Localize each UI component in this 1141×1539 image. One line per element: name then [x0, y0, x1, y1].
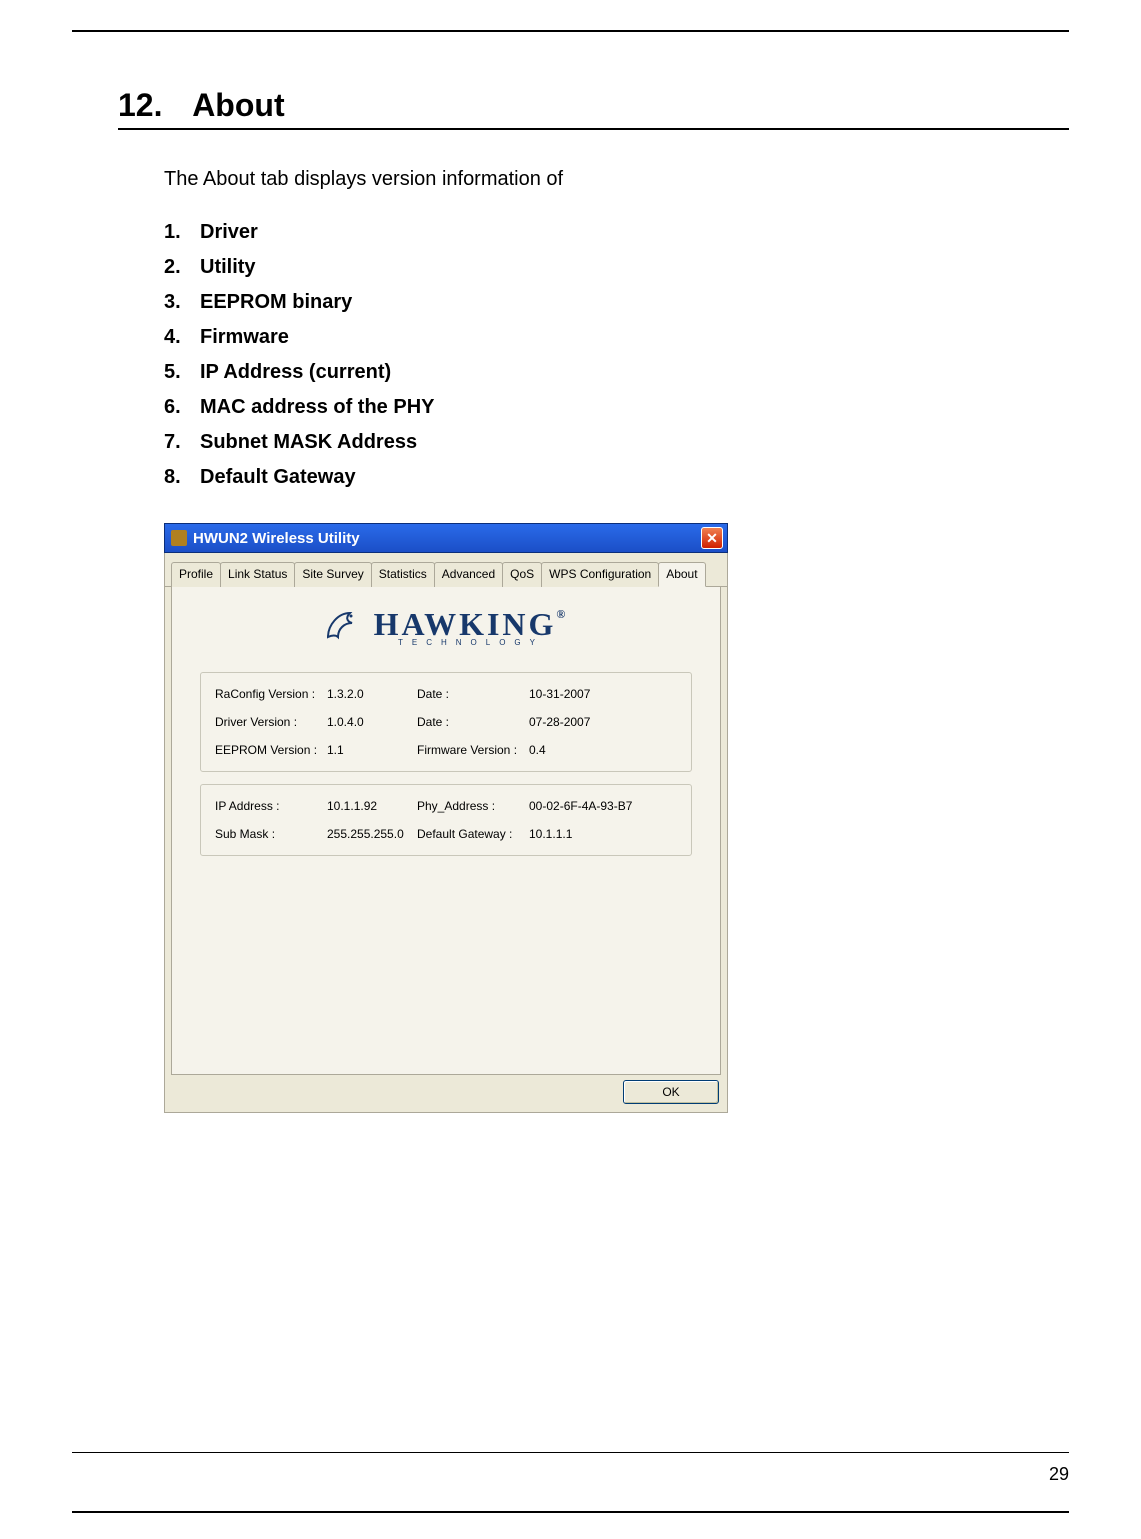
footer-rule-thin [72, 1452, 1069, 1453]
tab-content-about: HAWKING® TECHNOLOGY RaConfig Version : 1… [171, 587, 721, 1075]
list-item: 5.IP Address (current) [164, 361, 1069, 384]
default-gateway-value: 10.1.1.1 [529, 827, 677, 841]
firmware-version-value: 0.4 [529, 743, 677, 757]
raconfig-date-value: 10-31-2007 [529, 687, 677, 701]
tab-link-status[interactable]: Link Status [220, 562, 295, 587]
list-item: 3.EEPROM binary [164, 291, 1069, 314]
close-icon: ✕ [706, 530, 718, 547]
tab-about[interactable]: About [658, 562, 705, 587]
driver-date-label: Date : [417, 715, 529, 729]
raconfig-date-label: Date : [417, 687, 529, 701]
hawk-icon [324, 607, 364, 647]
tab-statistics[interactable]: Statistics [371, 562, 435, 587]
sub-mask-label: Sub Mask : [215, 827, 327, 841]
top-rule [72, 30, 1069, 32]
list-item: 8.Default Gateway [164, 466, 1069, 489]
tab-profile[interactable]: Profile [171, 562, 221, 587]
logo-main-text: HAWKING [374, 606, 557, 642]
ip-address-value: 10.1.1.92 [327, 799, 417, 813]
heading-title: About [192, 87, 284, 123]
tab-qos[interactable]: QoS [502, 562, 542, 587]
item-list: 1.Driver 2.Utility 3.EEPROM binary 4.Fir… [164, 221, 1069, 489]
window-title: HWUN2 Wireless Utility [193, 530, 360, 547]
logo-sub-text: TECHNOLOGY [374, 638, 569, 647]
app-icon [171, 530, 187, 546]
tab-site-survey[interactable]: Site Survey [294, 562, 371, 587]
eeprom-version-value: 1.1 [327, 743, 417, 757]
phy-address-label: Phy_Address : [417, 799, 529, 813]
close-button[interactable]: ✕ [701, 527, 723, 549]
version-info-group: RaConfig Version : 1.3.2.0 Date : 10-31-… [200, 672, 692, 772]
list-item: 6.MAC address of the PHY [164, 396, 1069, 419]
window-titlebar[interactable]: HWUN2 Wireless Utility ✕ [164, 523, 728, 553]
driver-version-value: 1.0.4.0 [327, 715, 417, 729]
firmware-version-label: Firmware Version : [417, 743, 529, 757]
page-number: 29 [1049, 1464, 1069, 1485]
eeprom-version-label: EEPROM Version : [215, 743, 327, 757]
ok-button[interactable]: OK [623, 1080, 719, 1104]
list-item: 1.Driver [164, 221, 1069, 244]
registered-icon: ® [556, 607, 568, 621]
list-item: 4.Firmware [164, 326, 1069, 349]
tab-strip: Profile Link Status Site Survey Statisti… [165, 553, 727, 587]
intro-text: The About tab displays version informati… [164, 168, 1069, 191]
driver-version-label: Driver Version : [215, 715, 327, 729]
network-info-group: IP Address : 10.1.1.92 Phy_Address : 00-… [200, 784, 692, 856]
footer-rule [72, 1511, 1069, 1513]
phy-address-value: 00-02-6F-4A-93-B7 [529, 799, 677, 813]
heading-number: 12. [118, 87, 162, 124]
sub-mask-value: 255.255.255.0 [327, 827, 417, 841]
default-gateway-label: Default Gateway : [417, 827, 529, 841]
raconfig-version-label: RaConfig Version : [215, 687, 327, 701]
raconfig-version-value: 1.3.2.0 [327, 687, 417, 701]
window-body: Profile Link Status Site Survey Statisti… [164, 553, 728, 1113]
ip-address-label: IP Address : [215, 799, 327, 813]
tab-advanced[interactable]: Advanced [434, 562, 503, 587]
tab-wps-configuration[interactable]: WPS Configuration [541, 562, 659, 587]
brand-logo: HAWKING® TECHNOLOGY [172, 601, 720, 660]
list-item: 7.Subnet MASK Address [164, 431, 1069, 454]
list-item: 2.Utility [164, 256, 1069, 279]
app-screenshot: HWUN2 Wireless Utility ✕ Profile Link St… [164, 523, 728, 1113]
section-heading: 12. About [118, 87, 1069, 130]
driver-date-value: 07-28-2007 [529, 715, 677, 729]
